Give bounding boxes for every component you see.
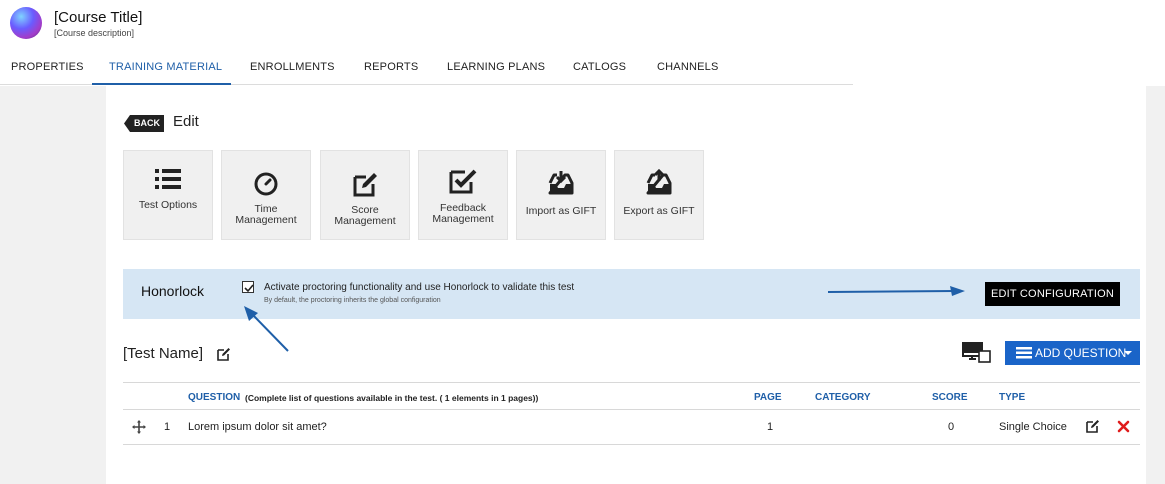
row-score: 0: [948, 421, 955, 433]
edit-configuration-button[interactable]: EDIT CONFIGURATION: [985, 282, 1120, 306]
list-icon: [1016, 347, 1032, 359]
list-icon: [124, 167, 212, 193]
edit-test-name-icon[interactable]: [216, 347, 231, 367]
test-name: [Test Name]: [123, 345, 204, 362]
edit-square-icon: [321, 171, 409, 197]
feedback-management-button[interactable]: Feedback Management: [418, 150, 508, 240]
tab-catlogs[interactable]: CATLOGS: [573, 61, 626, 73]
add-question-label: ADD QUESTION: [1035, 346, 1127, 360]
table-border-top: [123, 382, 1140, 383]
tab-reports[interactable]: REPORTS: [364, 61, 418, 73]
caret-down-icon: [1124, 351, 1132, 355]
back-button[interactable]: BACK: [124, 115, 164, 132]
tab-properties[interactable]: PROPERTIES: [11, 61, 84, 73]
page-title: Edit: [173, 113, 199, 130]
tab-learning-plans[interactable]: LEARNING PLANS: [447, 61, 545, 73]
row-type: Single Choice: [999, 421, 1067, 433]
add-question-button[interactable]: ADD QUESTION: [1005, 341, 1140, 365]
delete-question-icon[interactable]: [1117, 420, 1130, 438]
tab-enrollments[interactable]: ENROLLMENTS: [250, 61, 335, 73]
column-header-type[interactable]: TYPE: [999, 392, 1025, 403]
edit-question-icon[interactable]: [1085, 419, 1100, 439]
test-options-button[interactable]: Test Options: [123, 150, 213, 240]
proctoring-checkbox[interactable]: [242, 281, 254, 293]
clock-icon: [222, 171, 310, 197]
checkmark-icon: [244, 284, 254, 293]
inbox-download-icon: [517, 169, 605, 195]
tool-label: Test Options: [138, 199, 198, 211]
question-count-note: (Complete list of questions available in…: [245, 393, 539, 403]
tool-label-line2: Management: [432, 213, 494, 225]
tool-label: Export as GIFT: [623, 205, 695, 217]
course-title: [Course Title]: [54, 9, 143, 26]
import-gift-button[interactable]: Import as GIFT: [516, 150, 606, 240]
time-management-button[interactable]: Time Management: [221, 150, 311, 240]
tool-label: Import as GIFT: [525, 205, 597, 217]
course-logo: [10, 7, 42, 39]
column-header-page[interactable]: PAGE: [754, 392, 782, 403]
proctoring-sub-text: By default, the proctoring inherits the …: [264, 297, 441, 304]
checkbox-icon: [419, 167, 507, 194]
column-header-category[interactable]: CATEGORY: [815, 392, 871, 403]
proctoring-checkbox-label: Activate proctoring functionality and us…: [264, 282, 575, 293]
score-management-button[interactable]: Score Management: [320, 150, 410, 240]
right-gutter: [1146, 86, 1165, 484]
honorlock-panel: Honorlock Activate proctoring functional…: [123, 269, 1140, 319]
honorlock-title: Honorlock: [141, 283, 205, 299]
course-header: [Course Title] [Course description]: [0, 0, 1165, 48]
row-index: 1: [164, 421, 171, 433]
column-header-question[interactable]: QUESTION: [188, 392, 240, 403]
row-question[interactable]: Lorem ipsum dolor sit amet?: [188, 421, 327, 433]
tab-channels[interactable]: CHANNELS: [657, 61, 719, 73]
tab-training-material[interactable]: TRAINING MATERIAL: [109, 61, 222, 73]
inbox-upload-icon: [615, 169, 703, 195]
tool-label-line2: Management: [235, 214, 297, 226]
course-tabs: PROPERTIES TRAINING MATERIAL ENROLLMENTS…: [0, 52, 853, 85]
row-page: 1: [767, 421, 774, 433]
tool-label-line2: Management: [334, 215, 396, 227]
drag-handle-icon[interactable]: [132, 420, 146, 439]
devices-icon[interactable]: [962, 342, 992, 369]
active-tab-indicator: [92, 83, 231, 85]
left-gutter: [0, 86, 106, 484]
table-border-bottom: [123, 444, 1140, 445]
export-gift-button[interactable]: Export as GIFT: [614, 150, 704, 240]
course-description: [Course description]: [54, 28, 135, 38]
column-header-score[interactable]: SCORE: [932, 392, 968, 403]
table-border-header: [123, 409, 1140, 410]
